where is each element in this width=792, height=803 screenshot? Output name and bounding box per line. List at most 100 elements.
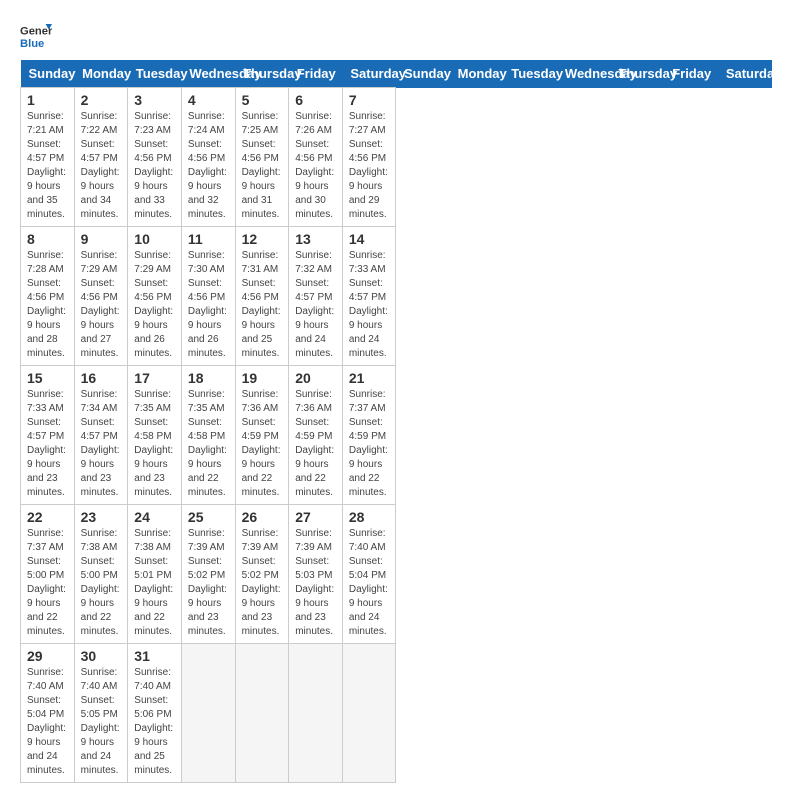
col-header-thursday: Thursday — [611, 60, 665, 88]
day-info: Sunrise: 7:39 AM Sunset: 5:02 PM Dayligh… — [188, 527, 229, 639]
calendar-cell: 29 Sunrise: 7:40 AM Sunset: 5:04 PM Dayl… — [21, 644, 75, 783]
day-info: Sunrise: 7:36 AM Sunset: 4:59 PM Dayligh… — [295, 388, 336, 500]
week-row-2: 8 Sunrise: 7:28 AM Sunset: 4:56 PM Dayli… — [21, 227, 772, 366]
col-header-sunday: Sunday — [21, 60, 75, 88]
col-header-tuesday: Tuesday — [128, 60, 182, 88]
day-number: 26 — [242, 509, 283, 525]
svg-text:General: General — [20, 25, 52, 37]
day-info: Sunrise: 7:37 AM Sunset: 5:00 PM Dayligh… — [27, 527, 68, 639]
day-number: 13 — [295, 231, 336, 247]
col-header-thursday: Thursday — [235, 60, 289, 88]
day-number: 23 — [81, 509, 122, 525]
day-info: Sunrise: 7:36 AM Sunset: 4:59 PM Dayligh… — [242, 388, 283, 500]
calendar-cell: 18 Sunrise: 7:35 AM Sunset: 4:58 PM Dayl… — [181, 366, 235, 505]
day-info: Sunrise: 7:31 AM Sunset: 4:56 PM Dayligh… — [242, 249, 283, 361]
day-number: 6 — [295, 92, 336, 108]
calendar-cell: 3 Sunrise: 7:23 AM Sunset: 4:56 PM Dayli… — [128, 88, 182, 227]
calendar-cell: 2 Sunrise: 7:22 AM Sunset: 4:57 PM Dayli… — [74, 88, 128, 227]
day-info: Sunrise: 7:37 AM Sunset: 4:59 PM Dayligh… — [349, 388, 390, 500]
day-info: Sunrise: 7:39 AM Sunset: 5:02 PM Dayligh… — [242, 527, 283, 639]
page-header: General Blue — [20, 20, 772, 52]
calendar-cell: 24 Sunrise: 7:38 AM Sunset: 5:01 PM Dayl… — [128, 505, 182, 644]
day-number: 19 — [242, 370, 283, 386]
day-info: Sunrise: 7:35 AM Sunset: 4:58 PM Dayligh… — [134, 388, 175, 500]
day-info: Sunrise: 7:25 AM Sunset: 4:56 PM Dayligh… — [242, 110, 283, 222]
logo-icon: General Blue — [20, 20, 52, 52]
col-header-wednesday: Wednesday — [181, 60, 235, 88]
col-header-tuesday: Tuesday — [503, 60, 557, 88]
col-header-wednesday: Wednesday — [557, 60, 611, 88]
day-info: Sunrise: 7:40 AM Sunset: 5:04 PM Dayligh… — [27, 666, 68, 778]
day-number: 27 — [295, 509, 336, 525]
day-number: 18 — [188, 370, 229, 386]
day-info: Sunrise: 7:40 AM Sunset: 5:05 PM Dayligh… — [81, 666, 122, 778]
calendar-cell — [289, 644, 343, 783]
calendar-cell: 7 Sunrise: 7:27 AM Sunset: 4:56 PM Dayli… — [342, 88, 396, 227]
calendar-cell: 31 Sunrise: 7:40 AM Sunset: 5:06 PM Dayl… — [128, 644, 182, 783]
day-number: 4 — [188, 92, 229, 108]
day-info: Sunrise: 7:35 AM Sunset: 4:58 PM Dayligh… — [188, 388, 229, 500]
day-number: 29 — [27, 648, 68, 664]
day-number: 21 — [349, 370, 390, 386]
col-header-monday: Monday — [450, 60, 504, 88]
calendar-cell: 6 Sunrise: 7:26 AM Sunset: 4:56 PM Dayli… — [289, 88, 343, 227]
calendar-cell: 26 Sunrise: 7:39 AM Sunset: 5:02 PM Dayl… — [235, 505, 289, 644]
header-row: SundayMondayTuesdayWednesdayThursdayFrid… — [21, 60, 772, 88]
day-info: Sunrise: 7:30 AM Sunset: 4:56 PM Dayligh… — [188, 249, 229, 361]
day-info: Sunrise: 7:40 AM Sunset: 5:06 PM Dayligh… — [134, 666, 175, 778]
calendar-cell: 20 Sunrise: 7:36 AM Sunset: 4:59 PM Dayl… — [289, 366, 343, 505]
day-info: Sunrise: 7:24 AM Sunset: 4:56 PM Dayligh… — [188, 110, 229, 222]
day-info: Sunrise: 7:38 AM Sunset: 5:01 PM Dayligh… — [134, 527, 175, 639]
calendar-cell: 22 Sunrise: 7:37 AM Sunset: 5:00 PM Dayl… — [21, 505, 75, 644]
logo: General Blue — [20, 20, 52, 52]
day-info: Sunrise: 7:29 AM Sunset: 4:56 PM Dayligh… — [81, 249, 122, 361]
calendar-cell: 4 Sunrise: 7:24 AM Sunset: 4:56 PM Dayli… — [181, 88, 235, 227]
day-number: 24 — [134, 509, 175, 525]
calendar-cell — [181, 644, 235, 783]
day-number: 17 — [134, 370, 175, 386]
svg-text:Blue: Blue — [20, 38, 44, 50]
day-number: 10 — [134, 231, 175, 247]
calendar-cell: 9 Sunrise: 7:29 AM Sunset: 4:56 PM Dayli… — [74, 227, 128, 366]
calendar-cell: 5 Sunrise: 7:25 AM Sunset: 4:56 PM Dayli… — [235, 88, 289, 227]
col-header-friday: Friday — [289, 60, 343, 88]
calendar-cell: 13 Sunrise: 7:32 AM Sunset: 4:57 PM Dayl… — [289, 227, 343, 366]
day-info: Sunrise: 7:27 AM Sunset: 4:56 PM Dayligh… — [349, 110, 390, 222]
calendar-cell: 19 Sunrise: 7:36 AM Sunset: 4:59 PM Dayl… — [235, 366, 289, 505]
calendar-cell: 10 Sunrise: 7:29 AM Sunset: 4:56 PM Dayl… — [128, 227, 182, 366]
day-number: 20 — [295, 370, 336, 386]
day-info: Sunrise: 7:22 AM Sunset: 4:57 PM Dayligh… — [81, 110, 122, 222]
day-number: 5 — [242, 92, 283, 108]
day-number: 3 — [134, 92, 175, 108]
day-number: 12 — [242, 231, 283, 247]
day-info: Sunrise: 7:23 AM Sunset: 4:56 PM Dayligh… — [134, 110, 175, 222]
col-header-saturday: Saturday — [718, 60, 772, 88]
calendar-cell: 1 Sunrise: 7:21 AM Sunset: 4:57 PM Dayli… — [21, 88, 75, 227]
calendar-cell: 14 Sunrise: 7:33 AM Sunset: 4:57 PM Dayl… — [342, 227, 396, 366]
day-number: 25 — [188, 509, 229, 525]
day-info: Sunrise: 7:38 AM Sunset: 5:00 PM Dayligh… — [81, 527, 122, 639]
day-info: Sunrise: 7:33 AM Sunset: 4:57 PM Dayligh… — [349, 249, 390, 361]
day-info: Sunrise: 7:32 AM Sunset: 4:57 PM Dayligh… — [295, 249, 336, 361]
day-number: 15 — [27, 370, 68, 386]
day-info: Sunrise: 7:29 AM Sunset: 4:56 PM Dayligh… — [134, 249, 175, 361]
col-header-monday: Monday — [74, 60, 128, 88]
day-info: Sunrise: 7:33 AM Sunset: 4:57 PM Dayligh… — [27, 388, 68, 500]
col-header-sunday: Sunday — [396, 60, 450, 88]
day-info: Sunrise: 7:40 AM Sunset: 5:04 PM Dayligh… — [349, 527, 390, 639]
day-number: 7 — [349, 92, 390, 108]
day-info: Sunrise: 7:26 AM Sunset: 4:56 PM Dayligh… — [295, 110, 336, 222]
calendar-cell — [342, 644, 396, 783]
calendar-cell: 28 Sunrise: 7:40 AM Sunset: 5:04 PM Dayl… — [342, 505, 396, 644]
calendar-cell: 15 Sunrise: 7:33 AM Sunset: 4:57 PM Dayl… — [21, 366, 75, 505]
calendar-cell: 21 Sunrise: 7:37 AM Sunset: 4:59 PM Dayl… — [342, 366, 396, 505]
day-info: Sunrise: 7:39 AM Sunset: 5:03 PM Dayligh… — [295, 527, 336, 639]
calendar-table: SundayMondayTuesdayWednesdayThursdayFrid… — [20, 60, 772, 783]
week-row-4: 22 Sunrise: 7:37 AM Sunset: 5:00 PM Dayl… — [21, 505, 772, 644]
calendar-cell: 30 Sunrise: 7:40 AM Sunset: 5:05 PM Dayl… — [74, 644, 128, 783]
week-row-5: 29 Sunrise: 7:40 AM Sunset: 5:04 PM Dayl… — [21, 644, 772, 783]
calendar-cell: 11 Sunrise: 7:30 AM Sunset: 4:56 PM Dayl… — [181, 227, 235, 366]
day-number: 9 — [81, 231, 122, 247]
calendar-cell: 23 Sunrise: 7:38 AM Sunset: 5:00 PM Dayl… — [74, 505, 128, 644]
week-row-3: 15 Sunrise: 7:33 AM Sunset: 4:57 PM Dayl… — [21, 366, 772, 505]
